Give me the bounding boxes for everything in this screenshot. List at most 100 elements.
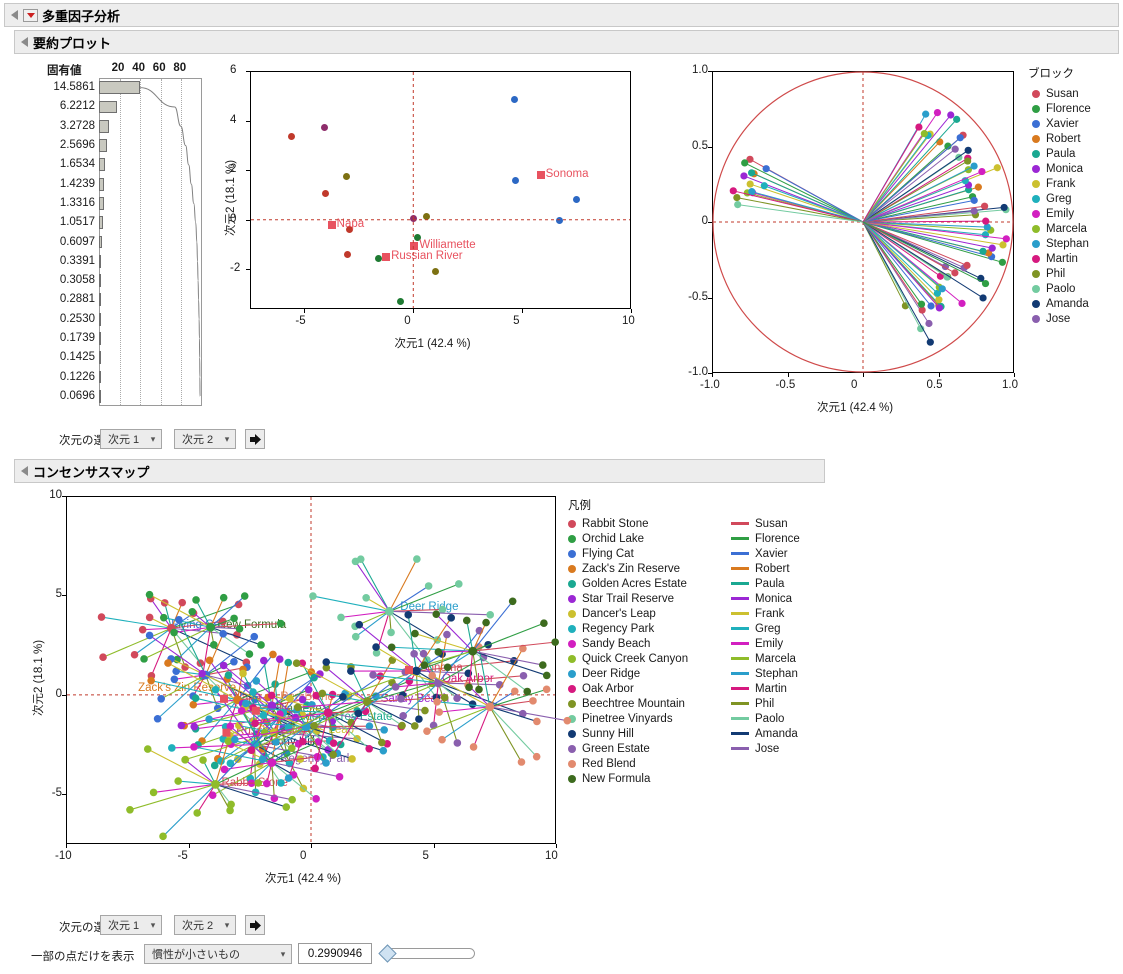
judge-legend-item[interactable]: Xavier bbox=[731, 546, 788, 561]
scree-gridline bbox=[160, 79, 162, 405]
dimension-2-select-bottom[interactable]: 次元 2 ▾ bbox=[174, 915, 236, 935]
consensus-x-axis-label: 次元1 (42.4 %) bbox=[265, 873, 342, 885]
block-legend-item[interactable]: Jose bbox=[1032, 311, 1070, 326]
subset-criterion-select[interactable]: 慣性が小さいもの ▾ bbox=[144, 944, 292, 964]
wine-legend-item[interactable]: Zack's Zin Reserve bbox=[568, 561, 680, 576]
judge-legend-item[interactable]: Susan bbox=[731, 516, 788, 531]
judge-legend-item[interactable]: Martin bbox=[731, 681, 787, 696]
judge-legend-item[interactable]: Florence bbox=[731, 531, 800, 546]
block-legend-item[interactable]: Monica bbox=[1032, 161, 1083, 176]
y-tickmark bbox=[246, 71, 250, 72]
y-tick-label: 0 bbox=[701, 215, 708, 227]
judge-legend-item[interactable]: Robert bbox=[731, 561, 790, 576]
wine-legend-item[interactable]: Pinetree Vinyards bbox=[568, 711, 673, 726]
wine-legend-item[interactable]: Golden Acres Estate bbox=[568, 576, 687, 591]
judge-legend-item[interactable]: Stephan bbox=[731, 666, 798, 681]
scree-gridline bbox=[181, 79, 183, 405]
block-legend-item[interactable]: Marcela bbox=[1032, 221, 1087, 236]
x-tick-label: 1.0 bbox=[1002, 379, 1018, 391]
scree-eigenvalue-label: 0.2881 bbox=[59, 293, 95, 306]
block-legend-item[interactable]: Paolo bbox=[1032, 281, 1075, 296]
block-legend-item[interactable]: Frank bbox=[1032, 176, 1075, 191]
wine-legend-item[interactable]: New Formula bbox=[568, 771, 650, 786]
dimension-2-value-top: 次元 2 bbox=[182, 434, 214, 446]
judge-legend-item[interactable]: Jose bbox=[731, 741, 779, 756]
x-tickmark bbox=[433, 844, 435, 848]
judge-legend-label: Amanda bbox=[755, 727, 798, 740]
block-legend-item[interactable]: Robert bbox=[1032, 131, 1081, 146]
disclosure-triangle-consensus[interactable] bbox=[21, 466, 28, 476]
disclosure-triangle-mfa[interactable] bbox=[11, 10, 18, 20]
legend-color-dot bbox=[1032, 134, 1040, 143]
wine-legend-item[interactable]: Sandy Beach bbox=[568, 636, 650, 651]
wine-legend-label: Orchid Lake bbox=[582, 532, 645, 545]
outline-mfa[interactable]: 多重因子分析 bbox=[4, 3, 1119, 27]
x-tickmark bbox=[66, 844, 67, 848]
judge-legend-item[interactable]: Frank bbox=[731, 606, 784, 621]
threshold-slider[interactable] bbox=[385, 948, 475, 959]
apply-dimensions-button-top[interactable] bbox=[245, 429, 265, 449]
dimension-1-select-bottom[interactable]: 次元 1 ▾ bbox=[100, 915, 162, 935]
block-legend-item[interactable]: Paula bbox=[1032, 146, 1075, 161]
wine-legend-item[interactable]: Flying Cat bbox=[568, 546, 634, 561]
wine-legend-item[interactable]: Deer Ridge bbox=[568, 666, 640, 681]
wine-legend-item[interactable]: Star Trail Reserve bbox=[568, 591, 674, 606]
judge-legend-item[interactable]: Monica bbox=[731, 591, 792, 606]
scree-eigenvalue-label: 0.0696 bbox=[59, 389, 95, 402]
right-arrow-icon bbox=[249, 919, 261, 931]
group-label: Napa bbox=[336, 217, 365, 230]
red-triangle-menu-icon[interactable] bbox=[23, 8, 38, 22]
wine-legend-item[interactable]: Red Blend bbox=[568, 756, 636, 771]
wine-legend-item[interactable]: Sunny Hill bbox=[568, 726, 634, 741]
wine-legend-item[interactable]: Regency Park bbox=[568, 621, 654, 636]
block-legend-item[interactable]: Florence bbox=[1032, 101, 1091, 116]
outline-summary-plot[interactable]: 要約プロット bbox=[14, 30, 1119, 54]
legend-color-dot bbox=[568, 579, 576, 588]
wine-legend-label: Rabbit Stone bbox=[582, 517, 649, 530]
wine-legend-item[interactable]: Beechtree Mountain bbox=[568, 696, 685, 711]
wine-legend-item[interactable]: Orchid Lake bbox=[568, 531, 644, 546]
y-tickmark bbox=[246, 269, 250, 271]
y-tick-label: -5 bbox=[51, 787, 62, 800]
threshold-value-field[interactable]: 0.2990946 bbox=[298, 943, 372, 964]
judge-legend-label: Susan bbox=[755, 517, 788, 530]
judge-legend-item[interactable]: Phil bbox=[731, 696, 774, 711]
block-legend-item[interactable]: Martin bbox=[1032, 251, 1078, 266]
group-marker bbox=[382, 252, 391, 261]
legend-color-line bbox=[731, 732, 749, 735]
judge-legend-item[interactable]: Greg bbox=[731, 621, 781, 636]
wine-legend-item[interactable]: Dancer's Leap bbox=[568, 606, 656, 621]
wine-legend-item[interactable]: Green Estate bbox=[568, 741, 650, 756]
disclosure-triangle-summary[interactable] bbox=[21, 37, 28, 47]
dimension-1-select-top[interactable]: 次元 1 ▾ bbox=[100, 429, 162, 449]
judge-legend-label: Jose bbox=[755, 742, 780, 755]
block-legend-item[interactable]: Phil bbox=[1032, 266, 1065, 281]
outline-consensus-map[interactable]: コンセンサスマップ bbox=[14, 459, 825, 483]
judge-legend-item[interactable]: Paolo bbox=[731, 711, 784, 726]
wine-legend-item[interactable]: Oak Arbor bbox=[568, 681, 634, 696]
block-legend-item[interactable]: Stephan bbox=[1032, 236, 1089, 251]
legend-color-dot bbox=[1032, 89, 1040, 98]
scree-bar bbox=[99, 351, 101, 365]
dimension-2-select-top[interactable]: 次元 2 ▾ bbox=[174, 429, 236, 449]
judge-legend-label: Xavier bbox=[755, 547, 788, 560]
consensus-point-label: Zack's Zin Reserve bbox=[138, 681, 237, 694]
block-legend-item[interactable]: Emily bbox=[1032, 206, 1074, 221]
wine-legend-item[interactable]: Rabbit Stone bbox=[568, 516, 649, 531]
block-legend-item[interactable]: Xavier bbox=[1032, 116, 1079, 131]
apply-dimensions-button-bottom[interactable] bbox=[245, 915, 265, 935]
wine-legend-item[interactable]: Quick Creek Canyon bbox=[568, 651, 688, 666]
judge-legend-item[interactable]: Marcela bbox=[731, 651, 796, 666]
legend-color-dot bbox=[568, 564, 576, 573]
block-legend-item[interactable]: Amanda bbox=[1032, 296, 1089, 311]
data-point bbox=[512, 176, 520, 184]
block-legend-label: Paolo bbox=[1046, 282, 1076, 295]
chevron-down-icon: ▾ bbox=[150, 919, 156, 930]
judge-legend-item[interactable]: Amanda bbox=[731, 726, 798, 741]
chevron-down-icon: ▾ bbox=[280, 948, 286, 959]
judge-legend-item[interactable]: Emily bbox=[731, 636, 783, 651]
scree-eigenvalue-label: 1.0517 bbox=[59, 216, 95, 229]
block-legend-item[interactable]: Susan bbox=[1032, 86, 1079, 101]
block-legend-item[interactable]: Greg bbox=[1032, 191, 1072, 206]
judge-legend-item[interactable]: Paula bbox=[731, 576, 784, 591]
